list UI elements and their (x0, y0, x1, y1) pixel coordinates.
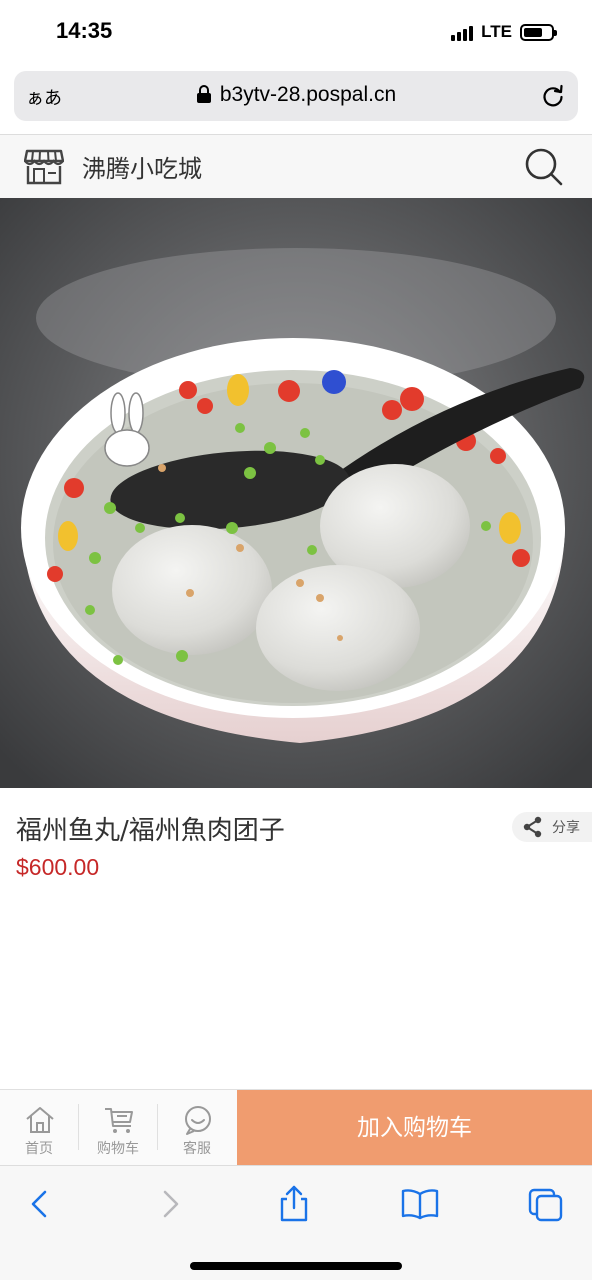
tabs-icon[interactable] (526, 1184, 566, 1224)
share-sheet-icon[interactable] (274, 1184, 314, 1224)
storefront-icon[interactable] (24, 147, 64, 185)
chat-icon (185, 1106, 211, 1135)
bottom-action-bar: 首页 购物车 客服 加入购物车 (0, 1089, 592, 1166)
search-icon[interactable] (524, 147, 564, 187)
nav-service[interactable]: 客服 (158, 1090, 236, 1166)
nav-service-label: 客服 (183, 1141, 211, 1157)
share-button[interactable]: 分享 (512, 812, 592, 842)
home-icon (26, 1107, 54, 1133)
shop-name[interactable]: 沸腾小吃城 (82, 149, 202, 184)
reload-icon[interactable] (540, 83, 566, 109)
address-bar[interactable]: ぁあ b3ytv-28.pospal.cn (14, 71, 578, 121)
shop-header: 沸腾小吃城 (0, 134, 592, 198)
share-label: 分享 (552, 820, 580, 836)
forward-icon[interactable] (150, 1184, 190, 1224)
url-display[interactable]: b3ytv-28.pospal.cn (14, 83, 578, 107)
share-icon (523, 816, 542, 838)
product-title: 福州鱼丸/福州魚肉团子 (16, 816, 285, 846)
status-indicators: LTE (451, 22, 557, 42)
signal-icon (451, 23, 474, 41)
lock-icon (196, 85, 211, 103)
bookmarks-icon[interactable] (400, 1184, 440, 1224)
nav-cart-label: 购物车 (97, 1141, 139, 1157)
status-time: 14:35 (56, 18, 113, 43)
url-text: b3ytv-28.pospal.cn (219, 83, 397, 106)
cart-icon (105, 1108, 133, 1133)
nav-home-label: 首页 (25, 1141, 53, 1157)
product-image (0, 198, 592, 788)
network-label: LTE (481, 22, 512, 41)
nav-home[interactable]: 首页 (0, 1090, 78, 1166)
add-to-cart-button[interactable]: 加入购物车 (237, 1090, 592, 1166)
battery-icon (520, 23, 557, 41)
status-bar: 14:35 LTE (0, 0, 592, 64)
home-indicator (190, 1262, 402, 1270)
product-price: $600.00 (16, 854, 100, 880)
back-icon[interactable] (20, 1184, 60, 1224)
nav-cart[interactable]: 购物车 (79, 1090, 157, 1166)
